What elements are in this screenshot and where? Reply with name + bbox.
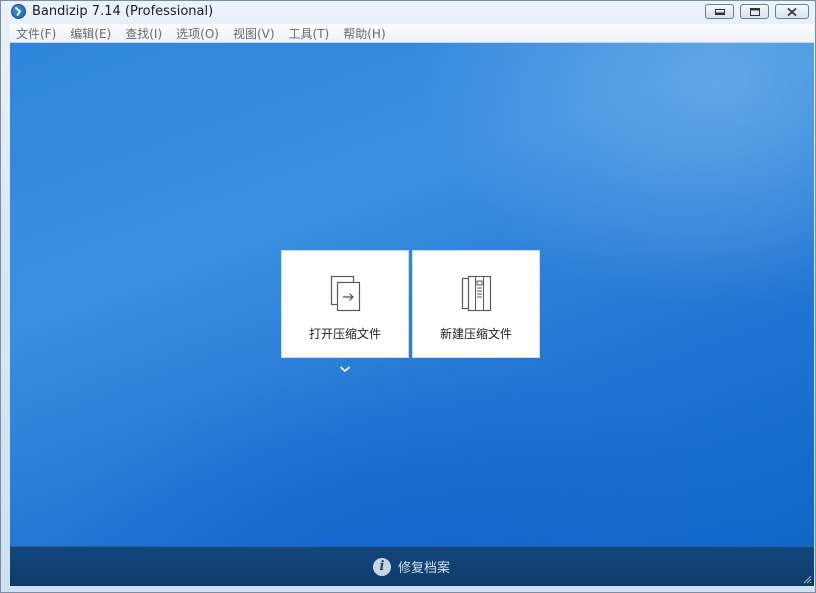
window-controls <box>705 4 809 19</box>
menu-options[interactable]: 选项(O) <box>176 25 219 42</box>
repair-archive-label: 修复档案 <box>398 561 451 576</box>
new-archive-button[interactable]: 新建压缩文件 <box>412 250 540 358</box>
minimize-icon <box>714 8 725 15</box>
repair-archive-button[interactable]: i 修复档案 <box>373 557 450 576</box>
menu-tools[interactable]: 工具(T) <box>289 25 330 42</box>
new-archive-label: 新建压缩文件 <box>439 327 512 341</box>
info-icon: i <box>373 557 391 576</box>
menu-file[interactable]: 文件(F) <box>16 25 56 42</box>
open-archive-label: 打开压缩文件 <box>308 327 381 341</box>
open-archive-icon <box>330 275 361 312</box>
chevron-down-icon[interactable] <box>339 364 351 374</box>
menu-find[interactable]: 查找(I) <box>125 25 162 42</box>
menu-view[interactable]: 视图(V) <box>233 25 275 42</box>
maximize-icon <box>749 7 760 16</box>
new-archive-icon <box>461 275 492 312</box>
window-title: Bandizip 7.14 (Professional) <box>32 4 214 19</box>
status-bar: i 修复档案 <box>10 546 814 586</box>
maximize-button[interactable] <box>740 4 769 19</box>
title-bar[interactable]: Bandizip 7.14 (Professional) <box>1 1 815 23</box>
close-icon <box>787 7 797 16</box>
menu-edit[interactable]: 编辑(E) <box>70 25 111 42</box>
resize-grip-icon[interactable] <box>802 574 812 584</box>
app-window: Bandizip 7.14 (Professional) 文件(F) 编辑(E)… <box>0 0 816 593</box>
menu-help[interactable]: 帮助(H) <box>343 25 385 42</box>
bandizip-logo-icon <box>11 4 26 19</box>
menu-bar: 文件(F) 编辑(E) 查找(I) 选项(O) 视图(V) 工具(T) 帮助(H… <box>10 24 814 43</box>
minimize-button[interactable] <box>705 4 734 19</box>
close-button[interactable] <box>775 4 809 19</box>
main-content: 打开压缩文件 新建压缩文件 <box>10 43 814 546</box>
open-archive-button[interactable]: 打开压缩文件 <box>281 250 409 358</box>
